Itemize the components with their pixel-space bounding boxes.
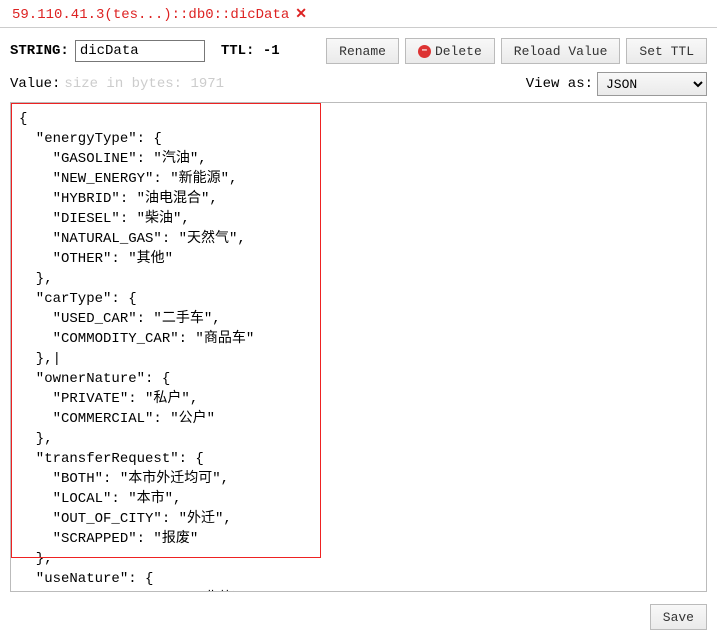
ttl-value: -1 <box>263 43 280 59</box>
save-button[interactable]: Save <box>650 604 707 630</box>
tab[interactable]: 59.110.41.3(tes...)::db0::dicData ✕ <box>6 4 313 25</box>
delete-icon: – <box>418 45 431 58</box>
footer: Save <box>0 596 717 638</box>
value-editor[interactable] <box>10 102 707 592</box>
value-size: size in bytes: 1971 <box>64 76 224 92</box>
ttl-block: TTL: -1 <box>221 43 280 59</box>
close-icon[interactable]: ✕ <box>295 6 307 23</box>
set-ttl-button[interactable]: Set TTL <box>626 38 707 64</box>
delete-label: Delete <box>435 44 482 59</box>
toolbar: STRING: TTL: -1 Rename –Delete Reload Va… <box>0 28 717 72</box>
view-as-select[interactable]: JSON <box>597 72 707 96</box>
tab-bar: 59.110.41.3(tes...)::db0::dicData ✕ <box>0 0 717 28</box>
tab-title: 59.110.41.3(tes...)::db0::dicData <box>12 7 289 23</box>
reload-button[interactable]: Reload Value <box>501 38 621 64</box>
key-input[interactable] <box>75 40 205 62</box>
ttl-label: TTL: <box>221 43 255 59</box>
view-as-label: View as: <box>526 76 593 92</box>
delete-button[interactable]: –Delete <box>405 38 495 64</box>
editor-wrap <box>10 102 707 596</box>
value-row: Value: size in bytes: 1971 View as: JSON <box>0 72 717 102</box>
string-label: STRING: <box>10 43 69 59</box>
value-label: Value: <box>10 76 60 92</box>
rename-button[interactable]: Rename <box>326 38 399 64</box>
